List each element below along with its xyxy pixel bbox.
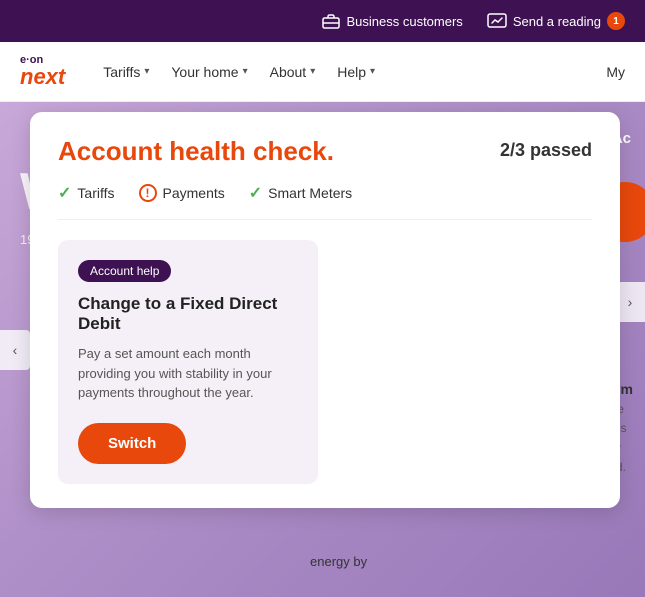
check-tariffs-label: Tariffs <box>77 185 114 201</box>
modal-header: Account health check. 2/3 passed <box>58 136 592 167</box>
send-reading-link[interactable]: Send a reading 1 <box>487 12 625 30</box>
card-title: Change to a Fixed Direct Debit <box>78 294 298 334</box>
nav-help[interactable]: Help ▾ <box>329 60 383 84</box>
nav-items: Tariffs ▾ Your home ▾ About ▾ Help ▾ <box>95 60 576 84</box>
tariffs-pass-icon: ✓ <box>58 183 71 203</box>
nav-help-label: Help <box>337 64 366 80</box>
modal-title: Account health check. <box>58 136 334 167</box>
inner-recommendation-card: Account help Change to a Fixed Direct De… <box>58 240 318 484</box>
nav-my[interactable]: My <box>606 64 625 80</box>
switch-button[interactable]: Switch <box>78 423 186 464</box>
nav-my-label: My <box>606 64 625 80</box>
smart-meters-pass-icon: ✓ <box>249 183 262 203</box>
check-payments-label: Payments <box>163 185 225 201</box>
check-payments: ! Payments <box>139 184 225 202</box>
nav-about-label: About <box>270 64 307 80</box>
modal-overlay: Account health check. 2/3 passed ✓ Tarif… <box>0 102 645 597</box>
nav-tariffs[interactable]: Tariffs ▾ <box>95 60 157 84</box>
check-smart-meters: ✓ Smart Meters <box>249 183 352 203</box>
check-smart-meters-label: Smart Meters <box>268 185 352 201</box>
help-chevron-icon: ▾ <box>370 66 375 77</box>
checks-row: ✓ Tariffs ! Payments ✓ Smart Meters <box>58 183 592 220</box>
logo-next-text: next <box>20 66 65 88</box>
payments-warn-icon: ! <box>139 184 157 202</box>
main-background: Wo 192 G Ac ‹ › t paym paymement iss aft… <box>0 102 645 597</box>
nav-about[interactable]: About ▾ <box>262 60 324 84</box>
logo[interactable]: e·on next <box>20 55 65 88</box>
nav-tariffs-label: Tariffs <box>103 64 140 80</box>
notification-badge: 1 <box>607 12 625 30</box>
tariffs-chevron-icon: ▾ <box>144 66 149 77</box>
account-help-badge: Account help <box>78 260 171 282</box>
card-description: Pay a set amount each month providing yo… <box>78 344 298 403</box>
business-customers-link[interactable]: Business customers <box>322 13 462 29</box>
business-customers-label: Business customers <box>346 14 462 29</box>
nav-your-home-label: Your home <box>171 64 238 80</box>
about-chevron-icon: ▾ <box>310 66 315 77</box>
meter-icon <box>487 13 507 29</box>
your-home-chevron-icon: ▾ <box>243 66 248 77</box>
nav-bar: e·on next Tariffs ▾ Your home ▾ About ▾ … <box>0 42 645 102</box>
modal-score: 2/3 passed <box>500 140 592 161</box>
account-health-check-modal: Account health check. 2/3 passed ✓ Tarif… <box>30 112 620 508</box>
briefcase-icon <box>322 13 340 29</box>
send-reading-label: Send a reading <box>513 14 601 29</box>
nav-your-home[interactable]: Your home ▾ <box>163 60 255 84</box>
top-bar: Business customers Send a reading 1 <box>0 0 645 42</box>
check-tariffs: ✓ Tariffs <box>58 183 115 203</box>
